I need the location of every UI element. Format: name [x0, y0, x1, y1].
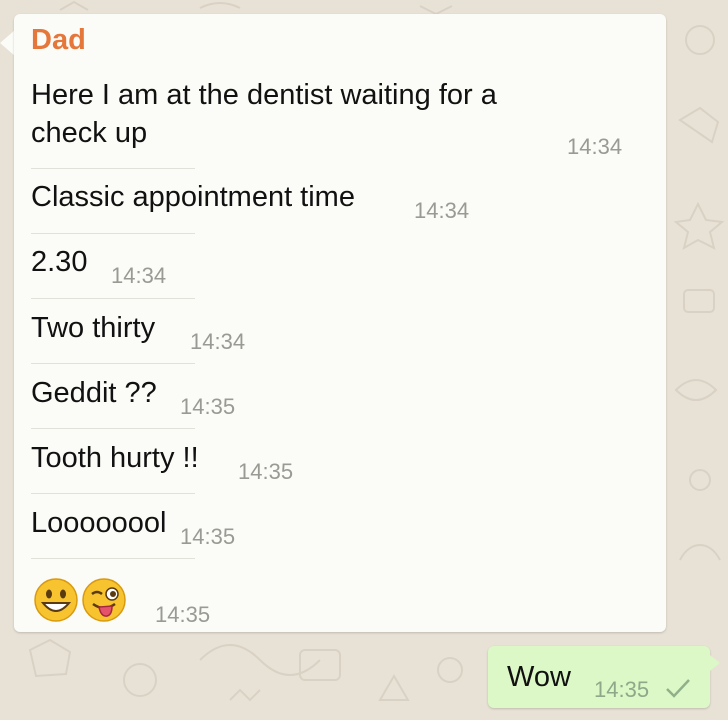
winking-face-tongue-emoji	[82, 578, 126, 622]
message-time: 14:35	[180, 524, 236, 549]
message-text: Here I am at the dentist waiting for a	[31, 79, 497, 111]
message-text-line-2: check up	[31, 117, 148, 149]
message-time: 14:34	[414, 198, 470, 223]
message-time: 14:34	[111, 263, 167, 288]
sender-name: Dad	[31, 24, 86, 56]
message-text: 2.30	[31, 246, 88, 278]
message-separator	[31, 233, 195, 234]
message-separator	[31, 298, 195, 299]
message-time: 14:35	[155, 602, 211, 627]
sent-check-icon	[666, 679, 690, 698]
outgoing-message-text: Wow	[507, 661, 571, 693]
message-separator	[31, 168, 195, 169]
message-time: 14:34	[567, 134, 623, 159]
outgoing-bubble-tail	[706, 652, 720, 674]
message-separator	[31, 558, 195, 559]
message-time: 14:35	[180, 394, 236, 419]
message-text: Geddit ??	[31, 377, 157, 409]
message-text: Classic appointment time	[31, 181, 355, 213]
outgoing-message-time: 14:35	[594, 677, 650, 702]
message-time: 14:35	[238, 459, 294, 484]
message-text: Loooooool	[31, 507, 167, 539]
message-separator	[31, 493, 195, 494]
grinning-face-emoji	[34, 578, 78, 622]
incoming-bubble-tail	[0, 30, 15, 56]
message-text: Tooth hurty !!	[31, 442, 199, 474]
message-text: Two thirty	[31, 312, 156, 344]
message-separator	[31, 363, 195, 364]
message-time: 14:34	[190, 329, 246, 354]
message-separator	[31, 428, 195, 429]
